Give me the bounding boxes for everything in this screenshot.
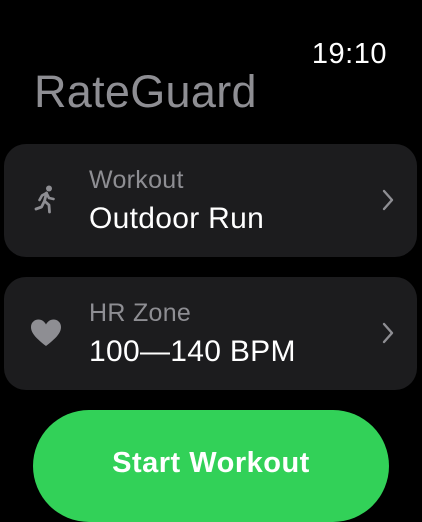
start-workout-label: Start Workout [112,447,310,479]
workout-selector[interactable]: Workout Outdoor Run [4,144,417,257]
hr-zone-value: 100—140 BPM [89,335,296,368]
start-workout-button[interactable]: Start Workout [33,410,389,522]
workout-value: Outdoor Run [89,202,265,235]
chevron-right-icon [381,188,395,212]
hr-zone-label: HR Zone [89,299,192,327]
heart-icon [28,315,64,351]
running-figure-icon [28,182,64,218]
chevron-right-icon [381,321,395,345]
workout-label: Workout [89,166,184,194]
status-time: 19:10 [311,38,387,70]
app-title: RateGuard [34,66,257,117]
hr-zone-selector[interactable]: HR Zone 100—140 BPM [4,277,417,390]
